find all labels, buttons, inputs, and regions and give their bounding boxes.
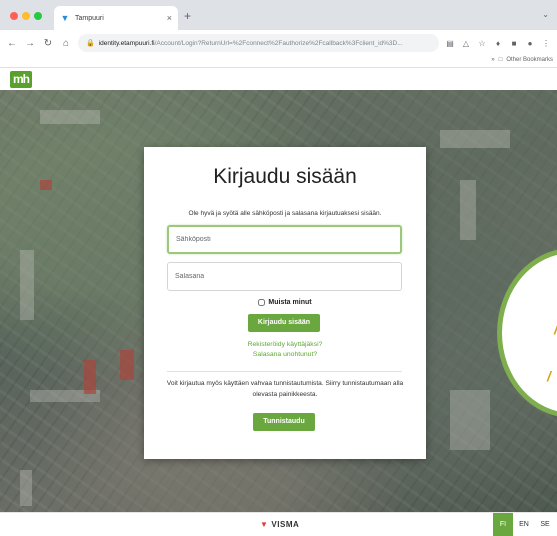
login-card: Kirjaudu sisään Ole hyvä ja syötä alle s… <box>144 147 426 459</box>
share-icon[interactable]: △ <box>461 39 471 48</box>
building-shape <box>440 130 510 148</box>
bookmarks-overflow-icon[interactable]: » <box>491 57 494 63</box>
chevron-down-icon[interactable]: ⌄ <box>542 10 549 19</box>
sidebar-icon[interactable]: ■ <box>509 39 519 48</box>
red-roof-shape <box>120 350 134 380</box>
site-header: mh <box>0 68 557 90</box>
building-shape <box>450 390 490 450</box>
page-footer: ▼ VISMA FI EN SE <box>0 512 557 536</box>
password-field[interactable] <box>167 262 402 291</box>
building-shape <box>20 470 32 506</box>
remember-me: Muista minut <box>144 299 426 306</box>
authenticate-button[interactable]: Tunnistaudu <box>253 413 315 431</box>
register-link[interactable]: Rekisteröidy käyttäjäksi? <box>144 341 426 348</box>
bookmarks-right: » □ Other Bookmarks <box>491 57 553 63</box>
menu-icon[interactable]: ⋮ <box>541 39 551 48</box>
browser-tab[interactable]: ▼ Tampuuri × <box>54 6 178 30</box>
back-icon[interactable]: ← <box>6 38 18 49</box>
maximize-window-button[interactable] <box>34 12 42 20</box>
bubble-glyph: / <box>547 368 551 384</box>
tab-strip: ▼ Tampuuri × + ⌄ <box>0 0 557 30</box>
login-button[interactable]: Kirjaudu sisään <box>248 314 320 332</box>
forgot-password-link[interactable]: Salasana unohtunut? <box>144 351 426 358</box>
language-se[interactable]: SE <box>537 513 553 536</box>
building-shape <box>460 180 476 240</box>
language-en[interactable]: EN <box>516 513 532 536</box>
url-host: identity.etampuuri.fi <box>98 39 155 47</box>
url-text: identity.etampuuri.fi/Account/Login?Retu… <box>99 40 403 47</box>
page-title: Kirjaudu sisään <box>213 165 357 188</box>
new-tab-icon[interactable]: + <box>184 9 191 23</box>
email-field[interactable] <box>167 225 402 254</box>
close-window-button[interactable] <box>10 12 18 20</box>
home-icon[interactable]: ⌂ <box>60 38 72 49</box>
reload-icon[interactable]: ↻ <box>42 38 54 49</box>
profile-icon[interactable]: ● <box>525 39 535 48</box>
language-fi[interactable]: FI <box>493 513 513 536</box>
browser-toolbar: ← → ↻ ⌂ 🔒 identity.etampuuri.fi/Account/… <box>0 30 557 56</box>
divider <box>167 371 402 372</box>
visma-brand: VISMA <box>271 520 300 529</box>
lock-icon[interactable]: 🔒 <box>86 39 95 47</box>
minimize-window-button[interactable] <box>22 12 30 20</box>
forward-icon[interactable]: → <box>24 38 36 49</box>
close-tab-icon[interactable]: × <box>167 13 172 23</box>
visma-logo: ▼ VISMA <box>260 520 299 529</box>
extensions-icon[interactable]: ♦ <box>493 39 503 48</box>
visma-mark-icon: ▼ <box>260 520 269 529</box>
remember-me-label[interactable]: Muista minut <box>268 299 311 306</box>
browser-window: ▼ Tampuuri × + ⌄ ← → ↻ ⌂ 🔒 identity.etam… <box>0 0 557 536</box>
building-shape <box>40 110 100 124</box>
red-roof-shape <box>40 180 52 190</box>
strong-auth-text: Voit kirjautua myös käyttäen vahvaa tunn… <box>166 380 404 398</box>
address-bar[interactable]: 🔒 identity.etampuuri.fi/Account/Login?Re… <box>78 34 439 52</box>
tab-title: Tampuuri <box>75 14 104 22</box>
remember-me-checkbox[interactable] <box>258 299 266 306</box>
login-instructions: Ole hyvä ja syötä alle sähköposti ja sal… <box>188 210 382 217</box>
bookmark-star-icon[interactable]: ☆ <box>477 39 487 48</box>
logo[interactable]: mh <box>10 71 32 88</box>
other-bookmarks-link[interactable]: Other Bookmarks <box>506 57 553 63</box>
translate-icon[interactable]: ▤ <box>445 39 455 48</box>
tampuuri-favicon-icon: ▼ <box>60 13 70 23</box>
bookmarks-bar: » □ Other Bookmarks <box>0 56 557 68</box>
folder-icon: □ <box>498 57 503 63</box>
red-roof-shape <box>84 360 96 394</box>
building-shape <box>20 250 34 320</box>
url-path: /Account/Login?ReturnUrl=%2Fconnect%2Fau… <box>154 39 403 47</box>
